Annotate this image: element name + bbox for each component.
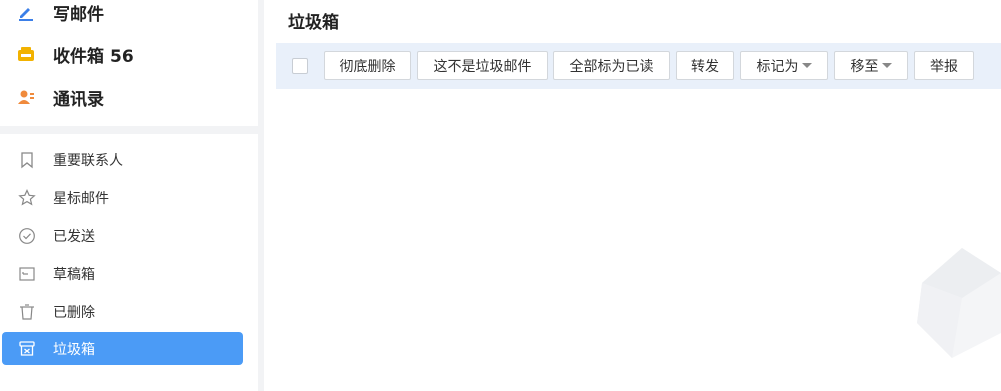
mail-toolbar: 彻底删除 这不是垃圾邮件 全部标为已读 转发 标记为 移至 举报	[276, 43, 1001, 89]
inbox-count-badge: 56	[110, 46, 134, 67]
inbox-icon	[16, 44, 36, 64]
folder-label: 已发送	[53, 229, 95, 245]
mark-as-dropdown[interactable]: 标记为	[740, 51, 828, 80]
compose-label: 写邮件	[53, 4, 104, 25]
pencil-icon	[16, 2, 36, 22]
folder-label: 星标邮件	[53, 191, 109, 207]
draft-icon	[18, 265, 36, 283]
mark-all-read-label: 全部标为已读	[569, 58, 654, 75]
move-to-label: 移至	[850, 58, 879, 75]
caret-down-icon	[801, 63, 812, 68]
page-title: 垃圾箱	[288, 13, 339, 33]
not-spam-button[interactable]: 这不是垃圾邮件	[417, 51, 548, 80]
sidebar-splitter[interactable]	[258, 0, 264, 391]
trash-icon	[18, 303, 36, 321]
mark-all-read-button[interactable]: 全部标为已读	[553, 51, 670, 80]
inbox-button[interactable]: 收件箱 56	[0, 36, 258, 72]
folder-label: 重要联系人	[53, 153, 123, 169]
select-all-checkbox[interactable]	[292, 58, 308, 74]
contacts-label: 通讯录	[53, 89, 104, 110]
compose-button[interactable]: 写邮件	[0, 0, 258, 30]
report-button[interactable]: 举报	[914, 51, 974, 80]
folder-item-deleted[interactable]: 已删除	[2, 295, 243, 328]
delete-permanently-label: 彻底删除	[339, 58, 396, 75]
inbox-label: 收件箱	[53, 46, 104, 67]
forward-label: 转发	[691, 58, 719, 75]
folder-label: 已删除	[53, 305, 95, 321]
empty-box-watermark-icon	[917, 248, 1001, 358]
folder-item-spam[interactable]: 垃圾箱	[2, 332, 243, 365]
folder-item-sent[interactable]: 已发送	[2, 219, 243, 252]
folder-item-drafts[interactable]: 草稿箱	[2, 257, 243, 290]
folder-label: 垃圾箱	[53, 342, 95, 358]
report-label: 举报	[930, 58, 958, 75]
mark-as-label: 标记为	[756, 58, 799, 75]
not-spam-label: 这不是垃圾邮件	[433, 58, 532, 75]
bookmark-icon	[18, 151, 36, 169]
check-circle-icon	[18, 227, 36, 245]
folder-item-starred[interactable]: 星标邮件	[2, 181, 243, 214]
forward-button[interactable]: 转发	[676, 51, 734, 80]
contacts-icon	[16, 87, 36, 107]
spam-bin-icon	[18, 340, 36, 358]
folder-label: 草稿箱	[53, 267, 95, 283]
contacts-button[interactable]: 通讯录	[0, 79, 258, 115]
caret-down-icon	[881, 63, 892, 68]
star-icon	[18, 189, 36, 207]
sidebar: 写邮件 收件箱 56 通讯录 重要联系人 星标邮件 已发送 草稿箱 已删除 垃圾…	[0, 0, 258, 391]
folder-item-important-contacts[interactable]: 重要联系人	[2, 143, 243, 176]
sidebar-divider	[0, 126, 258, 134]
move-to-dropdown[interactable]: 移至	[834, 51, 908, 80]
delete-permanently-button[interactable]: 彻底删除	[324, 51, 411, 80]
